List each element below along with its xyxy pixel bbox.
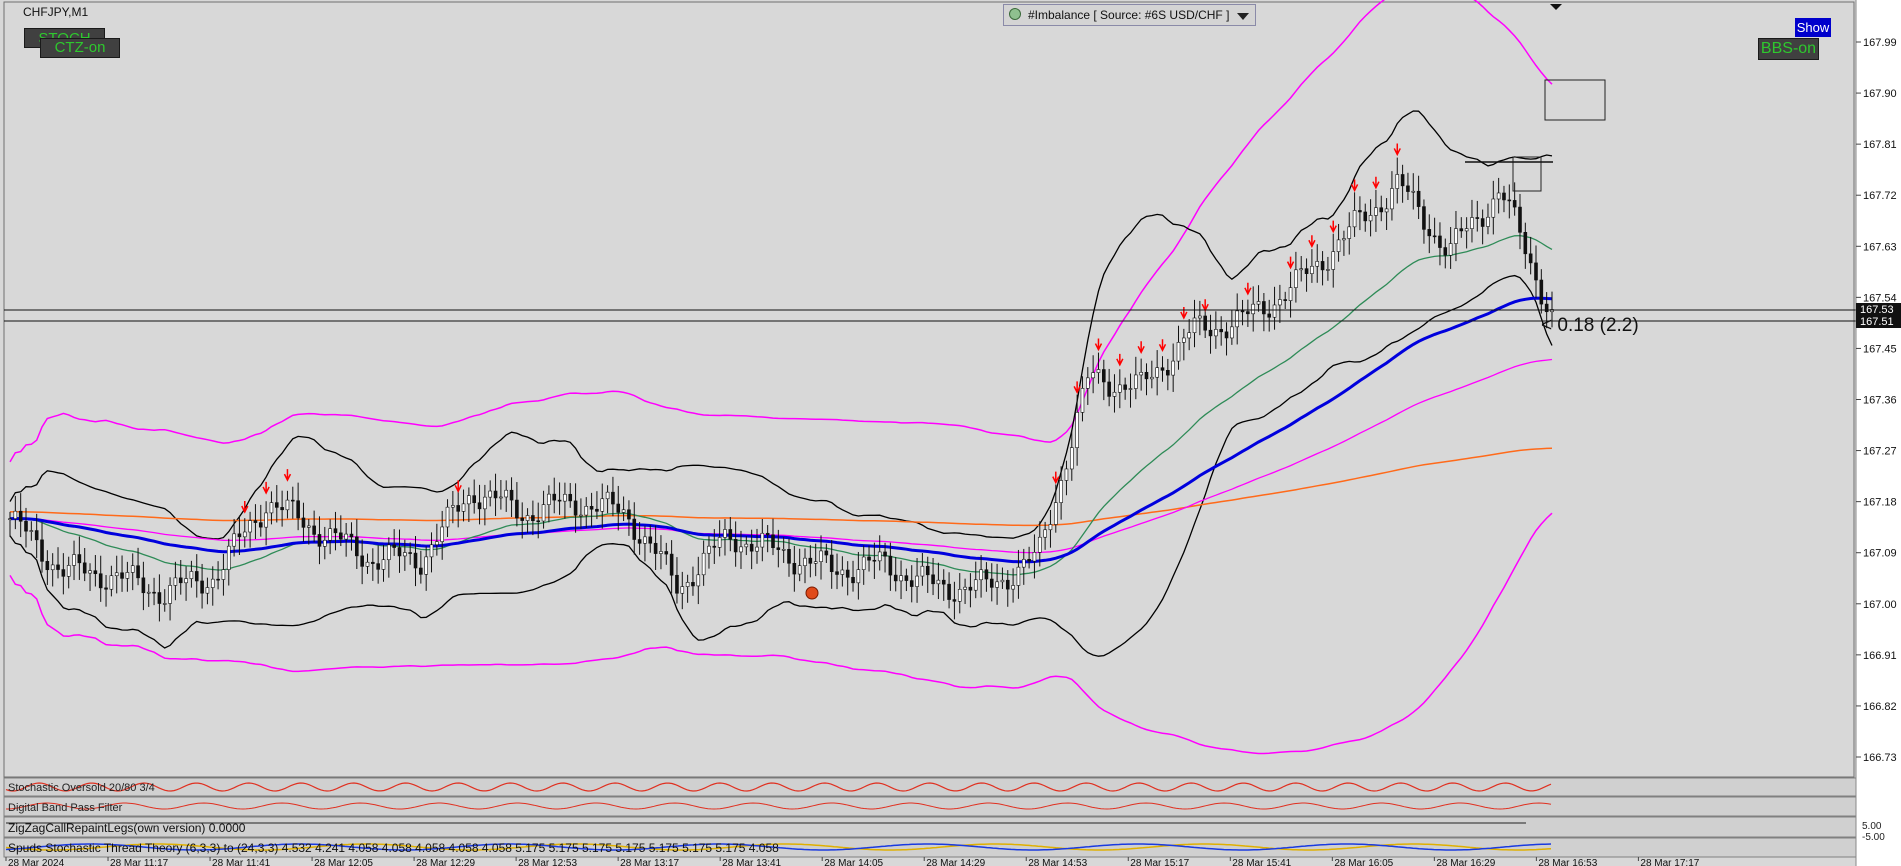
ask-price-label: 167.51: [1860, 316, 1894, 328]
show-button[interactable]: Show: [1795, 18, 1831, 37]
spread-annotation: < 0.18 (2.2): [1541, 315, 1639, 336]
price-tick-label: 167.18: [1863, 497, 1897, 509]
bid-price-label: 167.53: [1860, 304, 1894, 316]
price-tick-label: 167.09: [1863, 548, 1897, 560]
chevron-down-icon[interactable]: [1237, 13, 1249, 20]
subpanel-label: Digital Band Pass Filter: [8, 802, 123, 814]
subpanel-band-pass-filter: Digital Band Pass Filter: [3, 796, 1857, 817]
chart-background: [0, 0, 1856, 866]
price-tick-label: 167.36: [1863, 395, 1897, 407]
price-tick-label: 166.82: [1863, 701, 1897, 713]
bbs-on-button[interactable]: BBS-on: [1758, 38, 1819, 60]
time-tick-label: 28 Mar 15:41: [1232, 858, 1291, 866]
price-tick-label: 167.54: [1863, 292, 1897, 304]
swing-low-dot: [805, 586, 819, 600]
ctz-on-button[interactable]: CTZ-on: [40, 38, 120, 58]
subpanel-value: -5.00: [1862, 832, 1885, 843]
time-tick-label: 28 Mar 13:17: [620, 858, 679, 866]
subpanel-value: 5.00: [1862, 821, 1882, 832]
symbol-label: CHFJPY,M1: [23, 5, 88, 19]
time-tick-label: 28 Mar 14:05: [824, 858, 883, 866]
subpanel-label: Stochastic Oversold 20/80 3/4: [8, 782, 155, 794]
subpanel-label: Spuds Stochastic Thread Theory (6,3,3) t…: [8, 841, 779, 855]
price-tick-label: 167.27: [1863, 446, 1897, 458]
chart-canvas[interactable]: < 0.18 (2.2) CHFJPY,M1 Stochastic Overso…: [0, 0, 1901, 866]
subpanel-stochastic: Stochastic Oversold 20/80 3/4: [3, 777, 1857, 797]
time-tick-label: 28 Mar 12:29: [416, 858, 475, 866]
price-axis-ticks: 167.99167.90167.81167.72167.63167.54167.…: [1856, 37, 1897, 764]
time-tick-label: 28 Mar 14:53: [1028, 858, 1087, 866]
time-tick-label: 28 Mar 16:29: [1436, 858, 1495, 866]
time-tick-label: 28 Mar 16:53: [1538, 858, 1597, 866]
price-tick-label: 167.72: [1863, 190, 1897, 202]
time-tick-label: 28 Mar 17:17: [1640, 858, 1699, 866]
time-tick-label: 28 Mar 15:17: [1130, 858, 1189, 866]
time-tick-label: 28 Mar 2024: [8, 858, 65, 866]
price-tick-label: 167.00: [1863, 599, 1897, 611]
price-tick-label: 167.90: [1863, 88, 1897, 100]
subpanel-label: ZigZagCallRepaintLegs(own version) 0.000…: [8, 821, 246, 835]
price-tick-label: 166.91: [1863, 650, 1897, 662]
time-tick-label: 28 Mar 16:05: [1334, 858, 1393, 866]
time-tick-label: 28 Mar 13:41: [722, 858, 781, 866]
subpanel-spuds-stochastic: Spuds Stochastic Thread Theory (6,3,3) t…: [3, 837, 1857, 858]
price-axis[interactable]: 167.99167.90167.81167.72167.63167.54167.…: [1855, 0, 1901, 866]
price-tick-label: 167.63: [1863, 241, 1897, 253]
price-tick-label: 167.99: [1863, 37, 1897, 49]
price-tick-label: 167.81: [1863, 139, 1897, 151]
subpanel-zigzag: ZigZagCallRepaintLegs(own version) 0.000…: [3, 816, 1857, 838]
price-tick-label: 167.45: [1863, 343, 1897, 355]
time-tick-label: 28 Mar 12:53: [518, 858, 577, 866]
price-tick-label: 166.73: [1863, 752, 1897, 764]
indicator-select-label: #Imbalance [ Source: #6S USD/CHF ]: [1028, 8, 1230, 22]
time-axis[interactable]: 28 Mar 2024 28 Mar 11:17 28 Mar 11:41 28 Ma…: [5, 857, 1700, 866]
time-tick-label: 28 Mar 11:17: [110, 858, 169, 866]
time-tick-label: 28 Mar 11:41: [212, 858, 271, 866]
indicator-select-dropdown[interactable]: #Imbalance [ Source: #6S USD/CHF ]: [1003, 4, 1256, 26]
time-tick-label: 28 Mar 14:29: [926, 858, 985, 866]
time-tick-label: 28 Mar 12:05: [314, 858, 373, 866]
indicator-gear-icon[interactable]: [1009, 8, 1021, 20]
